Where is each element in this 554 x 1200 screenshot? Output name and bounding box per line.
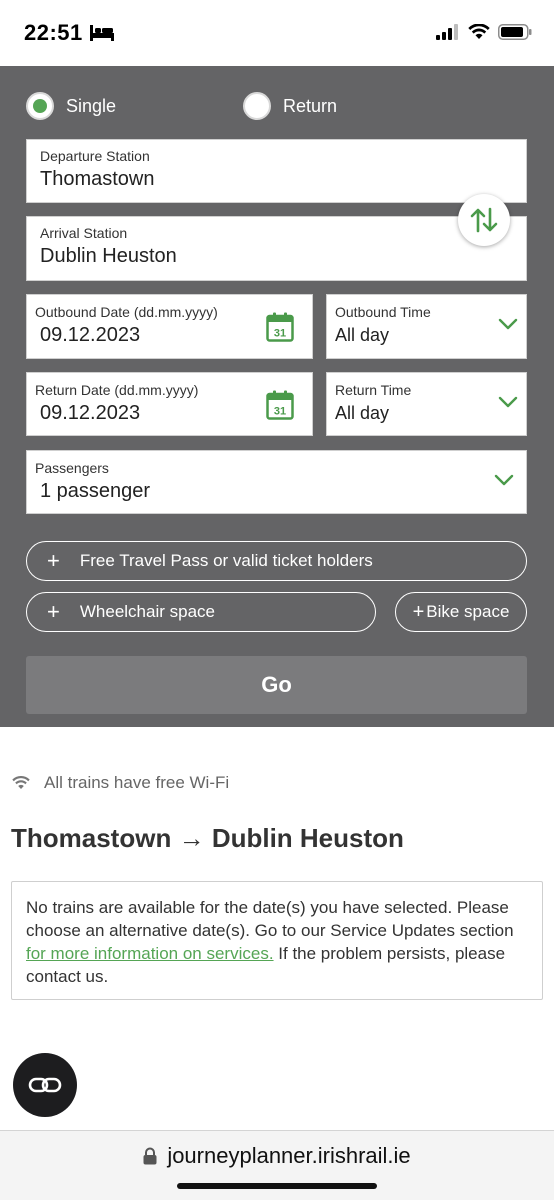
radio-return-circle[interactable] [243, 92, 271, 120]
outbound-time-select[interactable]: Outbound Time All day [326, 294, 527, 359]
chevron-down-icon [494, 474, 514, 486]
outbound-date-label: Outbound Date (dd.mm.yyyy) [35, 304, 218, 320]
radio-return-label: Return [283, 95, 338, 116]
route-origin: Thomastown [11, 823, 172, 853]
notice-text-before: No trains are available for the date(s) … [26, 898, 514, 940]
chevron-down-icon [498, 318, 518, 330]
calendar-icon[interactable]: 31 [266, 312, 294, 342]
radio-return[interactable]: Return [243, 92, 337, 120]
return-date-field[interactable]: Return Date (dd.mm.yyyy) 09.12.2023 31 [26, 372, 313, 436]
wifi-note: All trains have free Wi-Fi [12, 773, 229, 793]
wifi-icon [12, 776, 30, 789]
arrival-station-label: Arrival Station [40, 225, 128, 241]
wifi-status-icon [468, 24, 490, 39]
radio-single[interactable]: Single [26, 92, 116, 120]
swap-stations-button[interactable] [458, 194, 510, 246]
outbound-date-field[interactable]: Outbound Date (dd.mm.yyyy) 09.12.2023 31 [26, 294, 313, 359]
plus-icon: + [412, 601, 425, 623]
plus-icon: + [47, 599, 60, 624]
radio-single-label: Single [66, 95, 117, 116]
url-domain[interactable]: journeyplanner.irishrail.ie [167, 1143, 410, 1169]
lock-icon [143, 1147, 157, 1165]
arrival-station-value: Dublin Heuston [40, 245, 177, 267]
bed-icon [90, 25, 114, 41]
wifi-note-text: All trains have free Wi-Fi [44, 773, 230, 792]
no-trains-notice: No trains are available for the date(s) … [11, 881, 543, 1000]
return-time-select[interactable]: Return Time All day [326, 372, 527, 436]
bike-space-button[interactable]: + Bike space [395, 592, 527, 632]
link-icon [28, 1077, 62, 1093]
browser-url-bar[interactable]: journeyplanner.irishrail.ie [0, 1130, 554, 1200]
wheelchair-space-button[interactable]: + Wheelchair space [26, 592, 376, 632]
arrival-station-field[interactable]: Arrival Station Dublin Heuston [26, 216, 527, 281]
free-travel-pass-button[interactable]: + Free Travel Pass or valid ticket holde… [26, 541, 527, 581]
departure-station-field[interactable]: Departure Station Thomastown [26, 139, 527, 203]
go-button[interactable]: Go [26, 656, 527, 714]
battery-icon [498, 24, 532, 40]
journey-search-panel: Single Return Departure Station Thomasto… [0, 66, 554, 727]
outbound-date-value: 09.12.2023 [40, 324, 141, 346]
chat-assistant-button[interactable] [13, 1053, 77, 1117]
outbound-time-value: All day [335, 325, 390, 345]
passengers-select[interactable]: Passengers 1 passenger [26, 450, 527, 514]
return-time-label: Return Time [335, 382, 412, 398]
calendar-icon[interactable]: 31 [266, 390, 294, 420]
return-date-label: Return Date (dd.mm.yyyy) [35, 382, 199, 398]
passengers-value: 1 passenger [40, 480, 151, 502]
passengers-label: Passengers [35, 460, 109, 476]
signal-icon [436, 24, 458, 40]
status-bar: 22:51 [0, 0, 554, 66]
route-destination: Dublin Heuston [211, 823, 404, 853]
route-arrow: → [178, 823, 205, 853]
route-title: Thomastown → Dublin Heuston [11, 823, 404, 854]
departure-station-label: Departure Station [40, 148, 150, 164]
wheelchair-space-label: Wheelchair space [79, 602, 215, 621]
radio-single-circle[interactable] [26, 92, 54, 120]
departure-station-value: Thomastown [40, 168, 155, 190]
radio-selected-dot [33, 99, 47, 113]
status-icons [436, 24, 532, 40]
return-date-value: 09.12.2023 [40, 402, 141, 424]
bike-space-label: Bike space [426, 602, 510, 621]
url-row[interactable]: journeyplanner.irishrail.ie [0, 1143, 554, 1169]
calendar-day-text: 31 [274, 328, 286, 340]
home-indicator[interactable] [177, 1183, 377, 1189]
status-time: 22:51 [24, 20, 83, 45]
swap-arrows-icon [470, 207, 498, 233]
chevron-down-icon [498, 396, 518, 408]
free-travel-pass-label: Free Travel Pass or valid ticket holders [79, 551, 373, 570]
calendar-day-text: 31 [274, 406, 286, 418]
plus-icon: + [47, 548, 60, 573]
service-info-link[interactable]: for more information on services. [26, 944, 274, 963]
outbound-time-label: Outbound Time [335, 304, 431, 320]
return-time-value: All day [335, 403, 390, 423]
